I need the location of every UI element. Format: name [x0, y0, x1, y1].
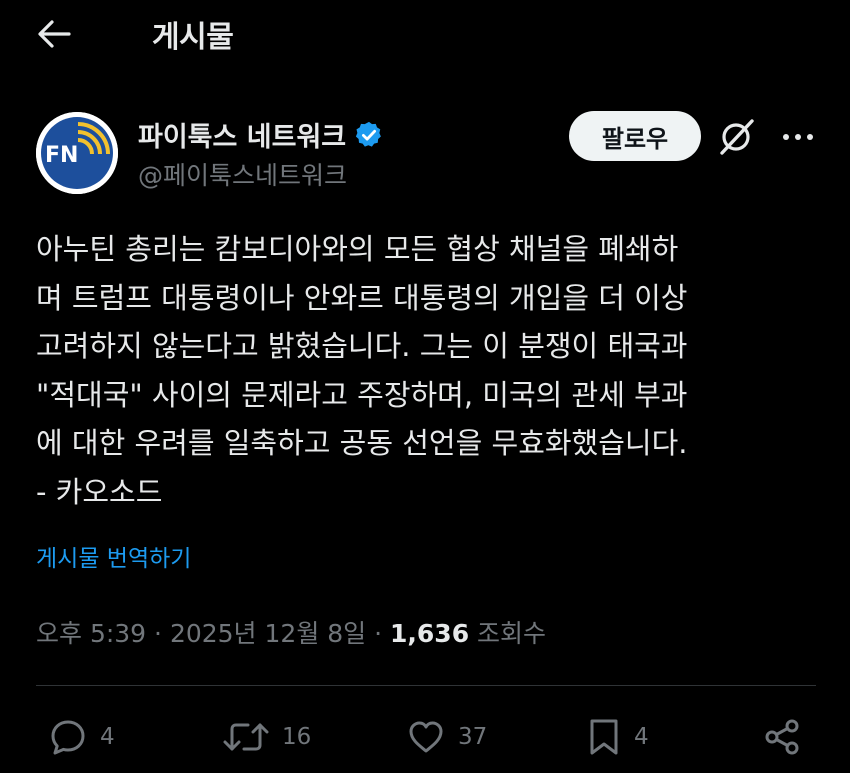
avatar[interactable]: FN [36, 112, 118, 194]
reply-icon [51, 720, 85, 755]
views-label: 조회수 [469, 619, 547, 648]
post-line: 고려하지 않는다고 밝혔습니다. 그는 이 분쟁이 태국과 [36, 329, 688, 363]
more-options-button[interactable] [776, 120, 820, 154]
bookmark-count: 4 [634, 724, 649, 750]
post-line: 아누틴 총리는 캄보디아와의 모든 협상 채널을 폐쇄하 [36, 232, 679, 266]
grok-button[interactable] [716, 117, 756, 157]
grok-icon [720, 119, 754, 155]
more-dot-icon [783, 134, 789, 140]
more-dot-icon [807, 134, 813, 140]
share-button[interactable] [762, 712, 802, 762]
back-button[interactable] [34, 14, 74, 54]
bookmark-button[interactable]: 4 [586, 712, 649, 762]
repost-count: 16 [282, 724, 312, 750]
action-bar: 4 16 37 4 [0, 712, 850, 762]
divider [36, 685, 816, 686]
share-icon [765, 719, 799, 755]
verified-badge-icon [356, 121, 381, 147]
post-date[interactable]: 2025년 12월 8일 [170, 619, 366, 648]
meta-separator: · [146, 619, 170, 648]
like-button[interactable]: 37 [406, 712, 487, 762]
more-dot-icon [795, 134, 801, 140]
fn-logo-icon: FN [36, 112, 118, 194]
follow-button[interactable]: 팔로우 [569, 111, 701, 161]
author-handle[interactable]: @페이툭스네트워크 [138, 156, 347, 192]
post-text: 아누틴 총리는 캄보디아와의 모든 협상 채널을 폐쇄하 며 트럼프 대통령이나… [36, 225, 826, 516]
avatar-logo-text: FN [45, 143, 78, 168]
repost-button[interactable]: 16 [222, 712, 311, 762]
reply-button[interactable]: 4 [48, 712, 115, 762]
back-arrow-icon [38, 20, 71, 48]
post-line: 에 대한 우려를 일축하고 공동 선언을 무효화했습니다. [36, 426, 688, 460]
author-name-text: 파이툭스 네트워크 [138, 122, 347, 153]
page-title: 게시물 [152, 20, 234, 55]
like-count: 37 [458, 724, 488, 750]
meta-separator: · [366, 619, 391, 648]
post-line: 며 트럼프 대통령이나 안와르 대통령의 개입을 더 이상 [36, 280, 688, 315]
top-bar: 게시물 [0, 0, 850, 70]
post-line: "적대국" 사이의 문제라고 주장하며, 미국의 관세 부과 [36, 377, 688, 412]
heart-icon [409, 721, 443, 753]
repost-icon [223, 723, 269, 751]
views-count: 1,636 [390, 619, 470, 648]
reply-count: 4 [100, 724, 115, 750]
post-line: - 카오소드 [36, 474, 163, 509]
translate-post-link[interactable]: 게시물 번역하기 [36, 539, 191, 573]
post-time[interactable]: 오후 5:39 [36, 619, 146, 648]
bookmark-icon [590, 719, 618, 755]
author-name[interactable]: 파이툭스 네트워크 [138, 115, 384, 154]
post-meta: 오후 5:39 · 2025년 12월 8일 · 1,636 조회수 [36, 614, 546, 650]
